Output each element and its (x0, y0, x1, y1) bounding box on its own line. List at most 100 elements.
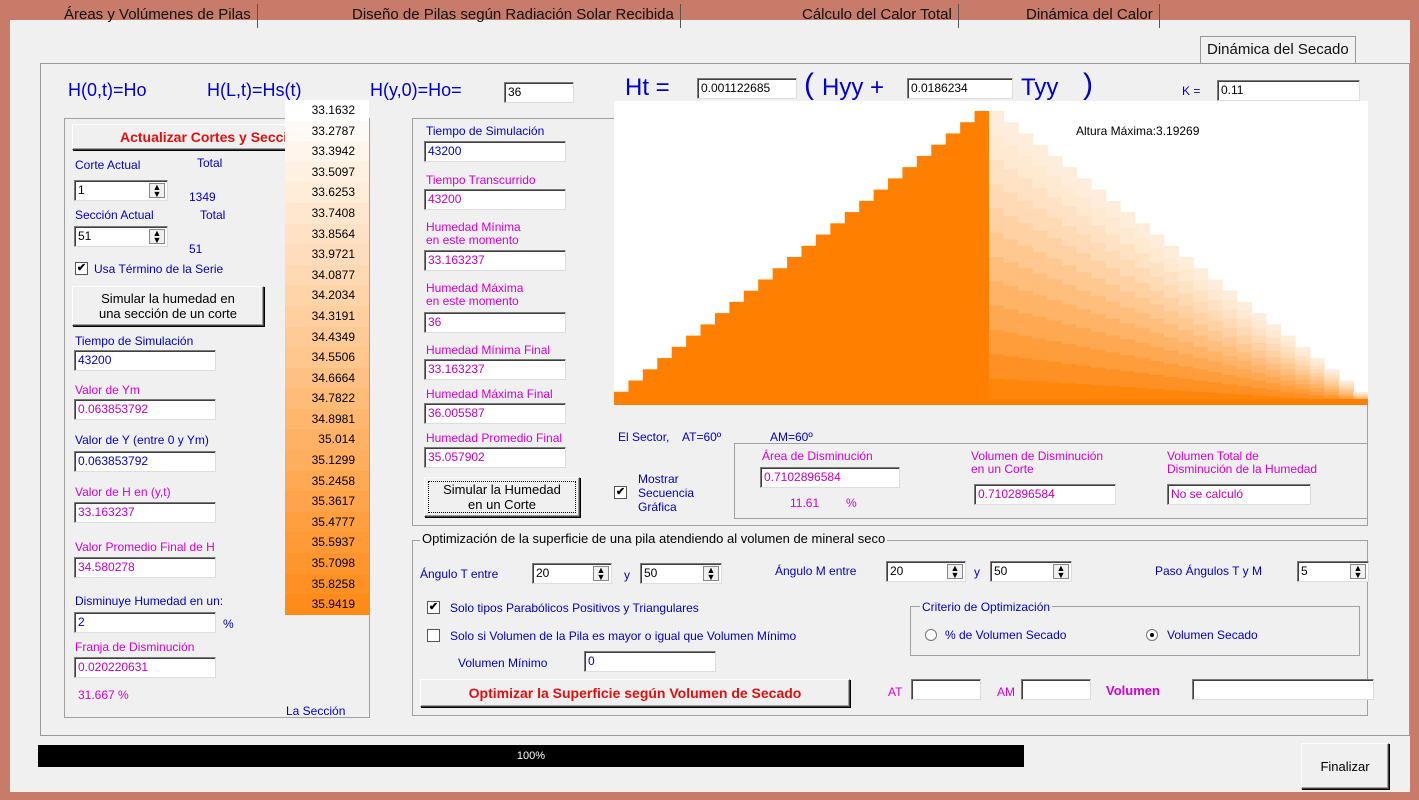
pile-step-right (1178, 257, 1194, 270)
volumen-label: Volumen (1106, 683, 1160, 698)
corte-stepper[interactable]: 1 ▲ ▼ (74, 180, 168, 201)
pile-step-right (1207, 361, 1223, 373)
pile-step-right (1134, 268, 1150, 284)
pile-step-right (1149, 262, 1165, 278)
criterio-pct-radio[interactable] (925, 629, 937, 641)
angM-from-spin-icon[interactable]: ▲ ▼ (947, 564, 963, 580)
angT-from-stepper[interactable]: 20 ▲ ▼ (532, 563, 612, 584)
tab-calculo-calor[interactable]: Cálculo del Calor Total (796, 4, 959, 28)
pile-step-right (1061, 304, 1078, 325)
y-input[interactable]: 0.063853792 (74, 451, 216, 472)
pile-step-right (1236, 335, 1252, 345)
disminuye-input[interactable]: 2 (74, 612, 216, 633)
seccion-spin-icon[interactable]: ▲ ▼ (149, 229, 165, 245)
hmin-label-2: en este momento (426, 233, 519, 247)
section-value-cell: 35.7098 (285, 553, 369, 574)
tiempo-trans-label: Tiempo Transcurrido (426, 173, 536, 187)
hminf-input[interactable]: 33.163237 (424, 359, 566, 380)
tyy-coef-input[interactable]: 0.0186234 (907, 78, 1013, 99)
pile-step-right (1032, 144, 1048, 167)
pile-step-right (1251, 373, 1267, 382)
pile-step-right (1236, 386, 1252, 396)
mid-tiempo-sim-input[interactable]: 43200 (424, 141, 566, 162)
angM-to-spin-icon[interactable]: ▲ ▼ (1053, 564, 1069, 580)
paso-stepper[interactable]: 5 ▲ ▼ (1297, 561, 1369, 582)
pile-step-right (1120, 339, 1136, 356)
am-input[interactable] (1021, 679, 1091, 700)
k-input[interactable]: 0.11 (1217, 80, 1360, 101)
ht-coef-input[interactable]: 0.001122685 (697, 78, 797, 99)
pile-step-right (1280, 346, 1296, 354)
paso-spin-icon[interactable]: ▲ ▼ (1350, 564, 1366, 580)
criterio-vol-radio[interactable] (1146, 629, 1158, 641)
simular-seccion-button[interactable]: Simular la humedad en una sección de un … (72, 286, 264, 326)
corte-label: Corte Actual (75, 158, 141, 172)
pile-step-right (1280, 369, 1296, 376)
simular-corte-button[interactable]: Simular la Humedad en un Corte (424, 477, 580, 517)
volumen-input[interactable] (1192, 679, 1374, 700)
angT-to-stepper[interactable]: 50 ▲ ▼ (640, 563, 722, 584)
pile-step-right (1193, 268, 1209, 281)
pile-step-right (1163, 337, 1180, 352)
tiempo-trans-input[interactable]: 43200 (424, 189, 566, 210)
corte-spin-icon[interactable]: ▲ ▼ (149, 183, 165, 199)
ym-input[interactable]: 0.063853792 (74, 399, 216, 420)
angM-from-value: 20 (890, 564, 904, 578)
area-disminucion-input[interactable]: 0.7102896584 (760, 467, 900, 488)
pile-step-right (1222, 318, 1238, 329)
pile-step-right (1236, 369, 1252, 379)
pile-step-right (1309, 361, 1325, 367)
mostrar-secuencia-checkbox[interactable]: ✔ (614, 486, 627, 499)
pile-step-right (1105, 285, 1121, 303)
pile-step-right (1018, 335, 1034, 359)
hprom-input[interactable]: 34.580278 (74, 557, 216, 578)
h-input[interactable]: 33.163237 (74, 502, 216, 523)
pile-step-right (1207, 310, 1223, 322)
solo-tipos-checkbox[interactable]: ✔ (427, 601, 440, 614)
pile-step-right (1265, 376, 1282, 384)
angT-from-spin-icon[interactable]: ▲ ▼ (593, 566, 609, 582)
vol-total-input[interactable]: No se calculó (1167, 484, 1311, 505)
pile-step-right (1295, 360, 1311, 367)
seccion-stepper[interactable]: 51 ▲ ▼ (74, 226, 168, 247)
optimizar-button[interactable]: Optimizar la Superficie según Volumen de… (420, 679, 850, 707)
hmaxf-input[interactable]: 36.005587 (424, 403, 566, 424)
vol-disminucion-input[interactable]: 0.7102896584 (974, 484, 1116, 505)
hmin-input[interactable]: 33.163237 (424, 250, 566, 271)
tab-dinamica-calor[interactable]: Dinámica del Calor (1020, 4, 1160, 28)
angM-from-stepper[interactable]: 20 ▲ ▼ (886, 561, 966, 582)
hmax-input[interactable]: 36 (424, 312, 566, 333)
pile-step-right (1251, 335, 1267, 344)
finalizar-button[interactable]: Finalizar (1301, 743, 1389, 789)
at-input[interactable] (911, 679, 981, 700)
ho-input[interactable]: 36 (504, 82, 574, 103)
pile-step-right (1149, 234, 1165, 250)
pile-step-right (1295, 388, 1311, 395)
k-label: K = (1182, 84, 1201, 98)
franja-input[interactable]: 0.020220631 (74, 657, 216, 678)
tab-diseno-pilas[interactable]: Diseño de Pilas según Radiación Solar Re… (346, 4, 681, 28)
solo-vol-checkbox[interactable] (427, 629, 440, 642)
vol-min-input[interactable]: 0 (584, 651, 716, 672)
tab-areas-volumenes[interactable]: Áreas y Volúmenes de Pilas (58, 4, 258, 28)
pile-step-left (830, 223, 846, 403)
pile-step-right (1018, 268, 1034, 292)
pile-step-right (1076, 346, 1092, 367)
left-tiempo-sim-input[interactable]: 43200 (74, 350, 216, 371)
section-value-cell: 34.0877 (285, 264, 369, 286)
pile-step-right (1018, 223, 1034, 247)
tab-dinamica-secado[interactable]: Dinámica del Secado (1200, 36, 1356, 66)
pile-step-right (1265, 383, 1282, 391)
pile-step-right (1222, 374, 1238, 385)
usa-termino-checkbox[interactable]: ✔ (75, 262, 88, 275)
sector-at-label: AT=60º (682, 430, 722, 444)
mid-tiempo-sim-label: Tiempo de Simulación (426, 124, 545, 138)
pile-step-right (1236, 344, 1252, 354)
pile-step-left (787, 257, 803, 403)
pile-step-right (1105, 234, 1121, 252)
pile-step-right (989, 111, 1005, 136)
angM-to-stepper[interactable]: 50 ▲ ▼ (990, 561, 1072, 582)
hpromf-input[interactable]: 35.057902 (424, 447, 566, 468)
pile-step-right (1047, 279, 1063, 301)
angT-to-spin-icon[interactable]: ▲ ▼ (703, 566, 719, 582)
